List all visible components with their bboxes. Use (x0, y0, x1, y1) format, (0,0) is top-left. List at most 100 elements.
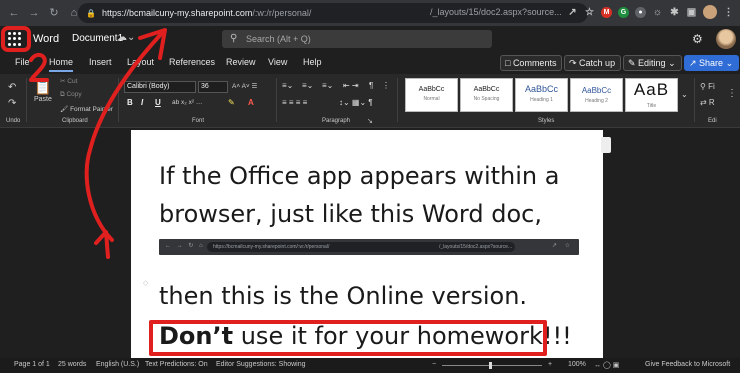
page-navigation-marker[interactable] (601, 137, 611, 153)
share-label: Share (699, 58, 724, 68)
extension-circle-icon[interactable]: ● (635, 6, 646, 18)
comments-button[interactable]: □ Comments (500, 55, 563, 71)
tab-help[interactable]: Help (303, 57, 322, 67)
search-placeholder: Search (Alt + Q) (246, 34, 311, 44)
status-words[interactable]: 25 words (58, 361, 86, 368)
tab-home[interactable]: Home (49, 57, 74, 72)
search-icon: ⚲ (230, 33, 238, 44)
font-grow-shrink-icon[interactable]: A˄ A˅ ☰ (232, 82, 257, 90)
font-name-select[interactable]: Calibri (Body) (124, 81, 196, 93)
underline-button[interactable]: U (155, 98, 161, 107)
format-painter-button[interactable]: 🖌 Format Painter (60, 105, 113, 113)
gear-icon[interactable]: ⚙ (692, 32, 703, 46)
forward-icon[interactable]: → (26, 5, 42, 21)
multilevel-icon[interactable]: ≡⌄ (322, 81, 333, 90)
reload-icon[interactable]: ↻ (46, 5, 62, 21)
sidebar-icon[interactable]: ▣ (686, 7, 697, 18)
app-launcher-icon[interactable] (8, 32, 22, 46)
feedback-link[interactable]: Give Feedback to Microsoft (645, 361, 730, 368)
status-text-predictions[interactable]: Text Predictions: On (145, 361, 208, 368)
star-icon[interactable]: ☆ (584, 7, 595, 18)
show-formatting-icon[interactable]: ¶ (369, 81, 373, 90)
paragraph-launcher-icon[interactable]: ↘ (367, 117, 373, 125)
paste-button[interactable]: Paste (34, 96, 52, 103)
puzzle-icon[interactable]: ✱ (669, 7, 680, 18)
style-name: Heading 2 (585, 98, 608, 104)
editing-mode-button[interactable]: ✎ Editing ⌄ (623, 55, 682, 71)
style-normal[interactable]: AaBbCc Normal (405, 78, 458, 112)
user-avatar[interactable] (716, 29, 736, 49)
font-color-icon[interactable]: A (248, 98, 254, 107)
doc-line-2[interactable]: browser, just like this Word doc, (159, 200, 542, 228)
zoom-out-icon[interactable]: − (432, 361, 436, 368)
ribbon-divider (397, 78, 398, 122)
status-editor-suggestions[interactable]: Editor Suggestions: Showing (216, 361, 306, 368)
indent-icons[interactable]: ⇤ ⇥ (343, 81, 359, 90)
styles-more-icon[interactable]: ⌄ (681, 90, 688, 99)
replace-icon[interactable]: ⇄ R (700, 98, 715, 107)
document-page[interactable]: If the Office app appears within a brows… (131, 130, 603, 360)
style-title[interactable]: AaB Title (625, 78, 678, 112)
document-name[interactable]: Document1 (72, 33, 123, 44)
find-icon[interactable]: ⚲ Fi (700, 82, 715, 91)
editing-label: Editing (638, 58, 666, 68)
fit-icons[interactable]: ↔ ◯ ▣ (594, 361, 619, 369)
redo-icon[interactable]: ↷ (8, 98, 16, 109)
editing-group-label: Edi (708, 118, 717, 124)
zoom-slider-handle[interactable] (489, 362, 492, 369)
highlight-icon[interactable]: ✎ (228, 98, 235, 107)
menu-icon[interactable]: ⋮ (723, 7, 734, 18)
share-icon[interactable]: ↗ (567, 7, 578, 18)
style-name: Title (646, 103, 657, 109)
align-icons[interactable]: ≡ ≡ ≡ ≡ (282, 98, 307, 107)
line-spacing-icon[interactable]: ↕⌄ ▦⌄ ¶ (339, 98, 373, 107)
style-sample: AaBbCc (524, 84, 559, 94)
cut-button[interactable]: ✂ Cut (60, 77, 77, 85)
font-group-label: Font (192, 118, 205, 124)
status-language[interactable]: English (U.S.) (96, 361, 139, 368)
browser-profile-avatar[interactable] (703, 5, 717, 19)
italic-button[interactable]: I (141, 98, 143, 107)
bold-button[interactable]: B (127, 98, 133, 107)
catch-up-button[interactable]: ↷ Catch up (564, 55, 622, 71)
tab-references[interactable]: References (169, 57, 215, 67)
font-size-select[interactable]: 36 (198, 81, 228, 93)
bullets-icon[interactable]: ≡⌄ (282, 81, 293, 90)
paste-icon[interactable]: 📋 (34, 79, 51, 96)
screen: ← → ↻ ⌂ 🔒 https://bcmailcuny-my.sharepoi… (0, 0, 740, 373)
paragraph-more-icon[interactable]: ⋮ (382, 81, 390, 90)
numbering-icon[interactable]: ≡⌄ (302, 81, 313, 90)
tab-view[interactable]: View (268, 57, 287, 67)
style-heading-2[interactable]: AaBbCc Heading 2 (570, 78, 623, 112)
style-sample: AaBbCc (418, 86, 445, 93)
copy-button[interactable]: ⧉ Copy (60, 91, 82, 99)
status-page[interactable]: Page 1 of 1 (14, 361, 50, 368)
ribbon-overflow-icon[interactable]: ⋮ (727, 88, 737, 99)
doc-line-1[interactable]: If the Office app appears within a (159, 162, 559, 190)
url-path: /:w:/r/personal/ (252, 8, 312, 18)
back-icon[interactable]: ← (6, 5, 22, 21)
zoom-in-icon[interactable]: + (548, 361, 552, 368)
doc-line-3[interactable]: then this is the Online version. (159, 282, 527, 310)
tab-layout[interactable]: Layout (127, 57, 154, 67)
cloud-save-icon[interactable]: ☁⌄ (117, 32, 135, 43)
extension-g-icon[interactable]: G (618, 6, 629, 18)
strike-sub-sup-icons[interactable]: ab x₂ x² … (172, 99, 202, 106)
tab-review[interactable]: Review (226, 57, 256, 67)
style-heading-1[interactable]: AaBbCc Heading 1 (515, 78, 568, 112)
undo-icon[interactable]: ↶ (8, 82, 16, 93)
zoom-slider[interactable] (442, 365, 542, 366)
cut-label: Cut (67, 78, 78, 85)
app-name[interactable]: Word (33, 33, 59, 45)
tab-file[interactable]: File (15, 57, 30, 67)
extension-m-icon[interactable]: M (601, 6, 612, 18)
zoom-level[interactable]: 100% (568, 361, 586, 368)
share-button[interactable]: ↗ Share ⌄ (684, 55, 740, 71)
address-bar[interactable]: 🔒 https://bcmailcuny-my.sharepoint.com/:… (78, 3, 588, 23)
tab-insert[interactable]: Insert (89, 57, 112, 67)
extension-bulb-icon[interactable]: ☼ (652, 7, 663, 18)
style-no-spacing[interactable]: AaBbCc No Spacing (460, 78, 513, 112)
mini-url-tail: /_layouts/15/doc2.aspx?source... (439, 244, 513, 250)
format-painter-label: Format Painter (70, 106, 114, 113)
search-input[interactable]: ⚲ Search (Alt + Q) (222, 30, 492, 48)
